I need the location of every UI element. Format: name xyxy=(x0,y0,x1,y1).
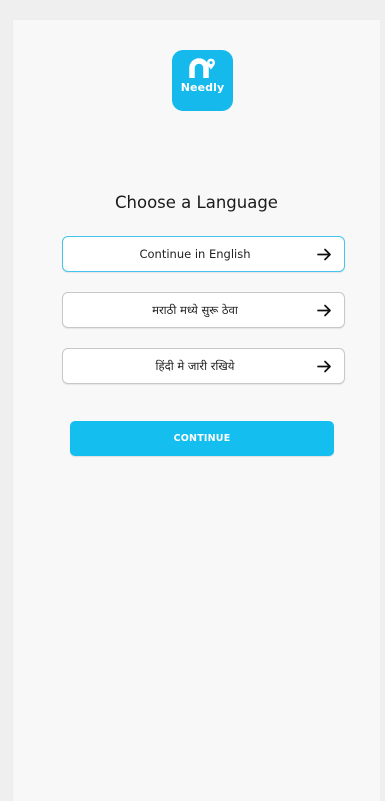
page-title: Choose a Language xyxy=(115,193,278,212)
language-option-label: Continue in English xyxy=(139,247,251,261)
arrow-right-icon xyxy=(313,248,335,261)
language-option-label: मराठी मध्ये सुरू ठेवा xyxy=(152,302,238,317)
language-option-english[interactable]: Continue in English xyxy=(62,236,345,272)
logo-text: Needly xyxy=(180,81,225,94)
arrow-right-icon xyxy=(313,304,335,317)
language-option-marathi[interactable]: मराठी मध्ये सुरू ठेवा xyxy=(62,292,345,328)
language-option-hindi[interactable]: हिंदी मे जारी रखिये xyxy=(62,348,345,384)
language-selection-screen: Needly Choose a Language Continue in Eng… xyxy=(13,20,380,801)
continue-button[interactable]: CONTINUE xyxy=(70,421,334,456)
arrow-right-icon xyxy=(313,360,335,373)
needly-map-pin-icon xyxy=(188,58,215,78)
app-window: Needly Choose a Language Continue in Eng… xyxy=(0,0,385,801)
language-option-label: हिंदी मे जारी रखिये xyxy=(155,358,235,373)
app-logo: Needly xyxy=(172,50,233,111)
